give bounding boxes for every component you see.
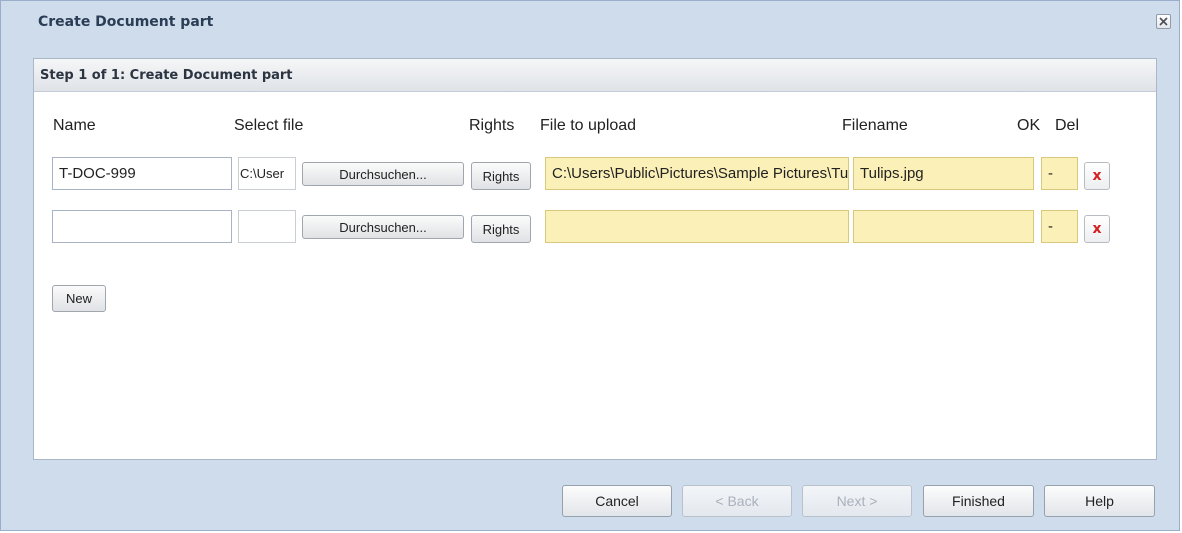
file-to-upload-field: C:\Users\Public\Pictures\Sample Pictures… bbox=[545, 157, 849, 190]
new-row-button[interactable]: New bbox=[52, 285, 106, 312]
delete-row-button[interactable]: x bbox=[1084, 215, 1110, 243]
column-header-name: Name bbox=[53, 117, 96, 134]
back-button[interactable]: < Back bbox=[682, 485, 792, 517]
close-icon bbox=[1159, 17, 1168, 26]
dialog-title: Create Document part bbox=[38, 14, 214, 30]
name-input[interactable]: T-DOC-999 bbox=[52, 157, 232, 190]
delete-icon: x bbox=[1092, 168, 1102, 184]
rights-button[interactable]: Rights bbox=[471, 215, 531, 243]
column-header-filename: Filename bbox=[842, 117, 908, 134]
select-file-input[interactable] bbox=[238, 210, 296, 243]
close-button[interactable] bbox=[1156, 14, 1171, 29]
step-header: Step 1 of 1: Create Document part bbox=[34, 59, 1156, 92]
ok-status-field: - bbox=[1041, 157, 1078, 190]
column-header-select-file: Select file bbox=[234, 117, 304, 134]
column-header-rights: Rights bbox=[469, 117, 515, 134]
filename-field: Tulips.jpg bbox=[853, 157, 1034, 190]
browse-button[interactable]: Durchsuchen... bbox=[302, 215, 464, 239]
ok-status-field: - bbox=[1041, 210, 1078, 243]
column-header-ok: OK bbox=[1017, 117, 1041, 134]
filename-field bbox=[853, 210, 1034, 243]
delete-icon: x bbox=[1092, 221, 1102, 237]
dialog-titlebar: Create Document part bbox=[1, 1, 1179, 41]
step-title: Step 1 of 1: Create Document part bbox=[40, 68, 293, 83]
next-button[interactable]: Next > bbox=[802, 485, 912, 517]
help-button[interactable]: Help bbox=[1044, 485, 1155, 517]
create-document-part-dialog: Create Document part Step 1 of 1: Create… bbox=[0, 0, 1180, 531]
select-file-input[interactable]: C:\User bbox=[238, 157, 296, 190]
rights-button[interactable]: Rights bbox=[471, 162, 531, 190]
column-header-del: Del bbox=[1055, 117, 1080, 134]
wizard-panel: Step 1 of 1: Create Document part Name S… bbox=[33, 58, 1157, 460]
name-input[interactable] bbox=[52, 210, 232, 243]
file-to-upload-field bbox=[545, 210, 849, 243]
cancel-button[interactable]: Cancel bbox=[562, 485, 672, 517]
delete-row-button[interactable]: x bbox=[1084, 162, 1110, 190]
browse-button[interactable]: Durchsuchen... bbox=[302, 162, 464, 186]
column-header-file-to-upload: File to upload bbox=[540, 117, 637, 134]
finished-button[interactable]: Finished bbox=[923, 485, 1034, 517]
